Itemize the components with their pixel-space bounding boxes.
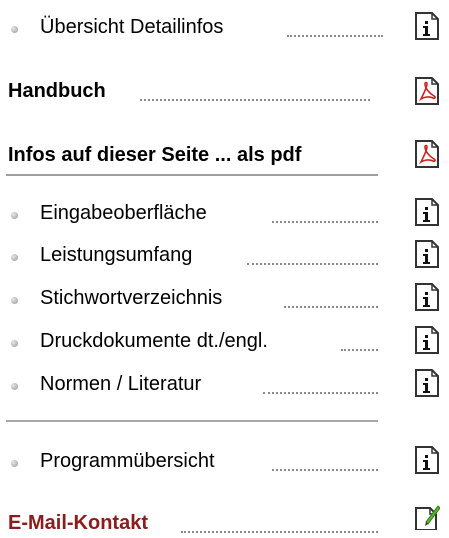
info-document-icon[interactable] xyxy=(414,446,440,474)
dotted-leader xyxy=(284,306,378,308)
info-document-icon[interactable] xyxy=(414,198,440,226)
program-overview-label: Programmübersicht xyxy=(40,450,215,472)
manual-link[interactable]: Handbuch xyxy=(0,76,449,106)
overview-label: Übersicht Detailinfos xyxy=(40,16,224,38)
list-item-label: Normen / Literatur xyxy=(40,373,202,395)
dotted-leader xyxy=(181,531,378,533)
dotted-leader xyxy=(140,99,370,101)
dotted-leader xyxy=(341,349,378,351)
pdf-document-icon[interactable] xyxy=(414,77,440,105)
edit-document-icon[interactable] xyxy=(414,502,440,530)
info-document-icon[interactable] xyxy=(414,326,440,354)
list-item-input-ui[interactable]: Eingabeoberfläche xyxy=(0,198,449,228)
info-document-icon[interactable] xyxy=(414,283,440,311)
overview-link[interactable]: Übersicht Detailinfos xyxy=(0,12,449,42)
info-document-icon[interactable] xyxy=(414,12,440,40)
dotted-leader xyxy=(272,221,378,223)
bullet-icon xyxy=(11,297,18,304)
list-item-index[interactable]: Stichwortverzeichnis xyxy=(0,283,449,313)
info-document-icon[interactable] xyxy=(414,240,440,268)
email-contact-link[interactable]: E-Mail-Kontakt xyxy=(0,505,449,538)
section-divider xyxy=(6,174,378,176)
list-item-label: Eingabeoberfläche xyxy=(40,202,207,224)
pdf-document-icon[interactable] xyxy=(414,140,440,168)
bullet-icon xyxy=(11,254,18,261)
pdf-section-link[interactable]: Infos auf dieser Seite ... als pdf xyxy=(0,140,449,170)
list-item-label: Druckdokumente dt./engl. xyxy=(40,330,268,352)
list-item-scope[interactable]: Leistungsumfang xyxy=(0,240,449,270)
dotted-leader xyxy=(287,35,383,37)
section-divider xyxy=(6,420,378,422)
bullet-icon xyxy=(11,26,18,33)
list-item-label: Stichwortverzeichnis xyxy=(40,287,223,309)
pdf-section-label: Infos auf dieser Seite ... als pdf xyxy=(8,144,302,166)
bullet-icon xyxy=(11,340,18,347)
dotted-leader xyxy=(247,263,378,265)
info-document-icon[interactable] xyxy=(414,369,440,397)
dotted-leader xyxy=(263,392,378,394)
list-item-label: Leistungsumfang xyxy=(40,244,193,266)
bullet-icon xyxy=(11,460,18,467)
list-item-print-docs[interactable]: Druckdokumente dt./engl. xyxy=(0,326,449,356)
bullet-icon xyxy=(11,383,18,390)
dotted-leader xyxy=(272,469,378,471)
list-item-standards[interactable]: Normen / Literatur xyxy=(0,369,449,399)
manual-label: Handbuch xyxy=(8,80,106,102)
email-contact-label: E-Mail-Kontakt xyxy=(8,512,148,534)
bullet-icon xyxy=(11,212,18,219)
program-overview-link[interactable]: Programmübersicht xyxy=(0,446,449,476)
